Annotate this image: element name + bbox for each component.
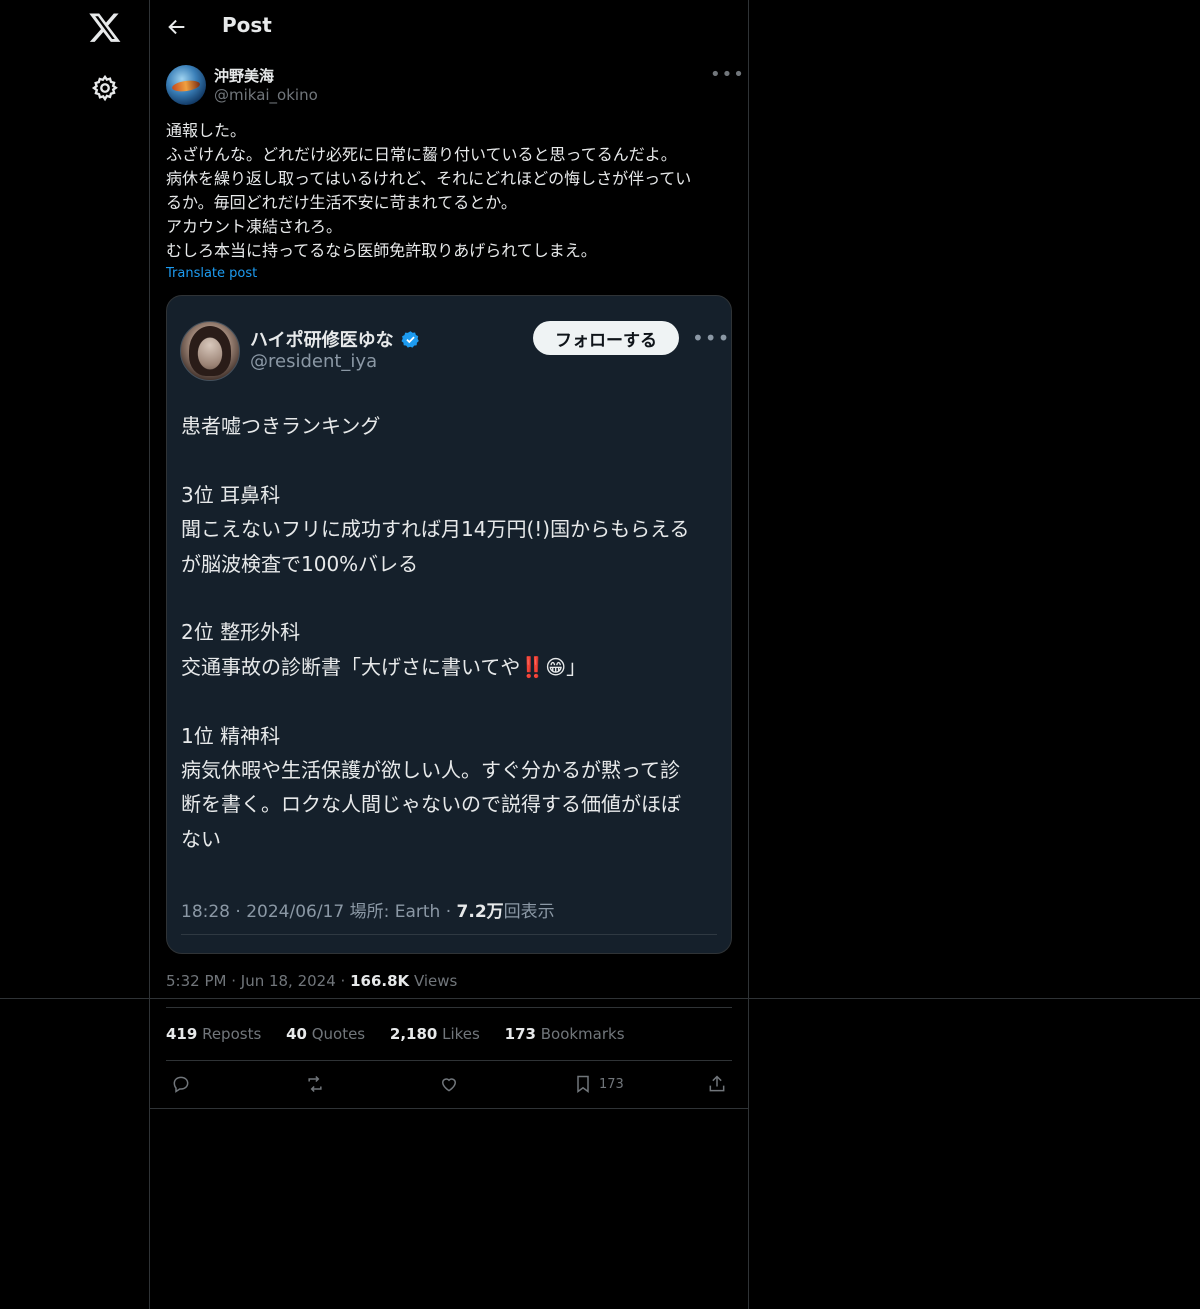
page-header: Post (150, 0, 748, 54)
divider (166, 1007, 732, 1008)
page-title: Post (222, 13, 272, 37)
bookmark-count: 173 (599, 1076, 624, 1092)
quoted-post-text: 患者嘘つきランキング 3位 耳鼻科 聞こえないフリに成功すれば月14万円(!)国… (181, 414, 690, 851)
avatar[interactable] (166, 65, 206, 105)
translate-post-link[interactable]: Translate post (166, 266, 257, 281)
more-options-icon[interactable]: ••• (710, 64, 744, 86)
divider (0, 998, 1200, 999)
reposts-stat[interactable]: 419 Reposts (166, 1025, 261, 1043)
attached-screenshot[interactable]: ハイポ研修医ゆな @resident_iya フォローする ••• 患者嘘つきラ… (166, 295, 732, 954)
engagement-stats: 419 Reposts 40 Quotes 2,180 Likes 173 Bo… (166, 1025, 645, 1043)
gear-icon[interactable] (91, 74, 119, 102)
quoted-more-icon: ••• (692, 326, 731, 350)
share-icon (709, 1075, 725, 1092)
author-handle[interactable]: @mikai_okino (214, 86, 318, 104)
likes-stat[interactable]: 2,180 Likes (390, 1025, 480, 1043)
post-time[interactable]: 5:32 PM (166, 972, 226, 990)
verified-badge-icon (401, 331, 419, 348)
post-text: 通報した。 ふざけんな。どれだけ必死に日常に齧り付いていると思ってるんだよ。 病… (166, 121, 692, 260)
quoted-author-handle: @resident_iya (250, 351, 378, 372)
divider (166, 1060, 732, 1061)
repost-icon (308, 1075, 322, 1093)
quoted-avatar (180, 321, 240, 381)
quotes-stat[interactable]: 40 Quotes (286, 1025, 365, 1043)
x-logo-icon[interactable] (88, 10, 122, 44)
post-meta: 5:32 PM · Jun 18, 2024 · 166.8K Views (166, 972, 458, 990)
reply-icon (173, 1076, 189, 1093)
back-arrow-icon[interactable] (166, 16, 188, 38)
bookmark-button[interactable]: 173 (573, 1073, 624, 1095)
quoted-author-name: ハイポ研修医ゆな (250, 330, 394, 351)
heart-icon (441, 1078, 457, 1092)
quoted-post-meta: 18:28 · 2024/06/17 場所: Earth · 7.2万回表示 (181, 902, 555, 922)
share-button[interactable] (707, 1073, 727, 1095)
author-name[interactable]: 沖野美海 (214, 65, 274, 86)
view-count: 166.8K (350, 972, 410, 990)
post-date[interactable]: Jun 18, 2024 (241, 972, 336, 990)
like-button[interactable] (439, 1073, 459, 1095)
sidebar (0, 0, 150, 1309)
divider (181, 934, 717, 935)
divider (150, 1108, 748, 1109)
repost-button[interactable] (305, 1073, 325, 1095)
post-detail: Post 沖野美海 @mikai_okino ••• 通報した。 ふざけんな。ど… (150, 0, 749, 1309)
bookmark-icon (577, 1075, 589, 1093)
bookmarks-stat[interactable]: 173 Bookmarks (505, 1025, 625, 1043)
follow-button: フォローする (533, 321, 679, 355)
reply-button[interactable] (171, 1073, 191, 1095)
